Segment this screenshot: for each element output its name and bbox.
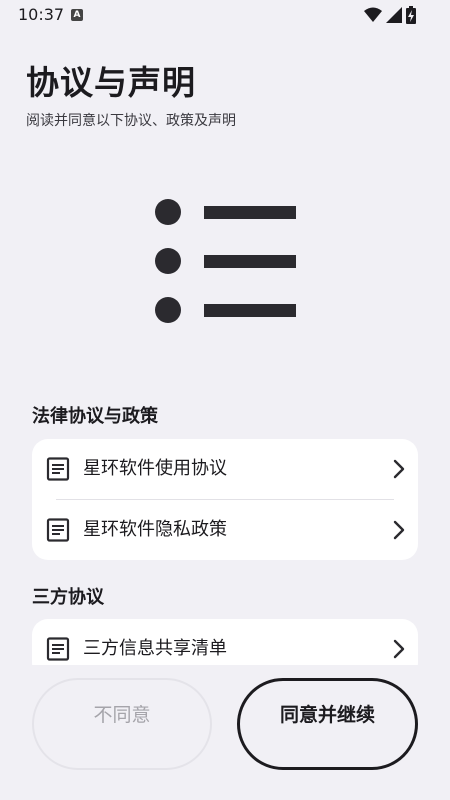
agree-and-continue-button[interactable]: 同意并继续 bbox=[237, 678, 418, 770]
chevron-right-icon bbox=[393, 639, 405, 659]
section-title-third-party: 三方协议 bbox=[32, 587, 104, 608]
page-subtitle: 阅读并同意以下协议、政策及声明 bbox=[26, 113, 236, 129]
status-icons bbox=[364, 6, 416, 24]
document-icon bbox=[46, 518, 70, 542]
list-item-label: 星环软件使用协议 bbox=[83, 458, 227, 479]
chevron-right-icon bbox=[393, 459, 405, 479]
wifi-icon bbox=[364, 7, 382, 22]
chevron-right-icon bbox=[393, 520, 405, 540]
legal-agreements-card: 星环软件使用协议 星环软件隐私政策 bbox=[32, 439, 418, 560]
list-item-label: 星环软件隐私政策 bbox=[83, 519, 227, 540]
battery-charging-icon bbox=[406, 6, 416, 24]
list-bullets-icon bbox=[155, 199, 296, 323]
document-icon bbox=[46, 637, 70, 661]
document-icon bbox=[46, 457, 70, 481]
list-item-privacy-policy[interactable]: 星环软件隐私政策 bbox=[32, 500, 418, 560]
page-title: 协议与声明 bbox=[26, 63, 196, 102]
status-bar: 10:37 A bbox=[0, 0, 450, 30]
status-time: 10:37 bbox=[18, 5, 65, 24]
list-item-software-agreement[interactable]: 星环软件使用协议 bbox=[32, 439, 418, 499]
section-title-legal: 法律协议与政策 bbox=[32, 406, 158, 427]
notification-a-icon: A bbox=[71, 9, 83, 21]
disagree-button[interactable]: 不同意 bbox=[32, 678, 212, 770]
cell-signal-icon bbox=[386, 7, 402, 23]
